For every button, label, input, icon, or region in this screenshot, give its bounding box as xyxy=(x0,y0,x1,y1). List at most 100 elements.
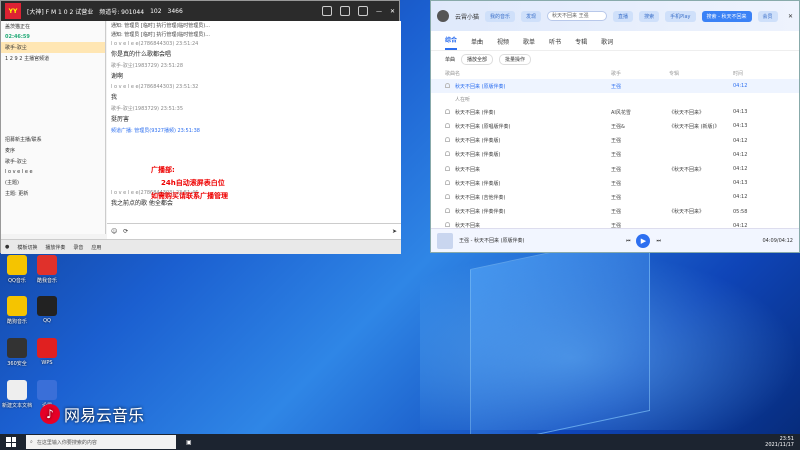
send-icon[interactable]: ➤ xyxy=(392,228,397,235)
settings-icon[interactable] xyxy=(357,6,368,16)
heart-icon[interactable] xyxy=(445,108,450,114)
history-icon[interactable]: ⟳ xyxy=(123,228,128,235)
windows-light-logo xyxy=(470,230,650,450)
count-2: 3466 xyxy=(167,7,183,15)
album-cover[interactable] xyxy=(437,232,453,249)
kugou-music-window: 云霄小猫 我的音乐 发现 秋天不回来 王强 直播 搜索 手机Play 搜索 - … xyxy=(430,0,800,253)
live-timer: 02:46:59 xyxy=(5,34,30,40)
filter-label: 单曲 xyxy=(445,56,456,63)
heart-icon[interactable] xyxy=(445,82,450,88)
heart-icon[interactable] xyxy=(445,179,450,185)
tab-playlist[interactable]: 歌单 xyxy=(523,37,535,50)
sidebar-item[interactable]: 歌手-驭尘 xyxy=(1,42,105,53)
sidebar-item[interactable]: 歌手-驭尘 xyxy=(1,156,105,167)
tab-all[interactable]: 综合 xyxy=(445,35,458,50)
tab-songs[interactable]: 单曲 xyxy=(471,37,483,50)
music-header: 云霄小猫 我的音乐 发现 秋天不回来 王强 直播 搜索 手机Play 搜索 - … xyxy=(431,1,799,31)
close-icon[interactable]: ✕ xyxy=(788,13,793,20)
player-bar: 王强 - 秋天不回来 (原版伴奏) ⏮ ▶ ⏭ 04:09/04:12 xyxy=(431,228,799,252)
song-row[interactable]: 秋天不回来 (原唱版伴奏) 王强& 《秋天不回来 (新版)》 04:13 xyxy=(431,119,799,133)
nav-tab[interactable]: 手机Play xyxy=(665,10,696,22)
song-row[interactable]: 秋天不回来 王强 《秋天不回来》 04:12 xyxy=(431,162,799,176)
filter-bar: 单曲 播放全部 批量操作 xyxy=(431,51,799,67)
song-list: 秋天不回来 (原版伴奏) 王强 04:12 人在听秋天不回来 (伴奏) AI风花雪 《秋天… xyxy=(431,79,799,247)
play-time: 04:09/04:12 xyxy=(762,237,793,244)
nav-tab[interactable]: 会员 xyxy=(757,10,778,22)
username: 云霄小猫 xyxy=(455,13,480,21)
toolbar-item[interactable]: 模板切换 xyxy=(17,244,37,251)
task-view-icon[interactable]: ▣ xyxy=(186,439,192,446)
heart-icon[interactable] xyxy=(445,193,450,199)
chat-message: l o v e l e e(2786844303) 23:51:24 你是真的什… xyxy=(111,41,199,58)
desktop-app-icon[interactable]: QQ xyxy=(27,296,67,324)
nav-tab[interactable]: 直播 xyxy=(613,10,634,22)
tab-audiobook[interactable]: 听书 xyxy=(549,37,561,50)
song-row[interactable]: 秋天不回来 (伴奏版) 王强 04:13 xyxy=(431,176,799,190)
song-row[interactable]: 秋天不回来 (伴奏版) 王强 04:12 xyxy=(431,134,799,148)
desktop-app-icon[interactable]: 酷我音乐 xyxy=(27,255,67,284)
gift-icon[interactable] xyxy=(339,6,350,16)
app-icon xyxy=(37,338,57,358)
play-button[interactable]: ▶ xyxy=(636,233,651,248)
prev-icon[interactable]: ⏮ xyxy=(626,238,631,244)
desktop-app-icon[interactable]: WPS xyxy=(27,338,67,366)
nav-tab-active[interactable]: 搜索 - 秋天不回来 xyxy=(701,10,752,22)
system-line: 通知: 管理员 [临时] 执行管理(临时管理员)... xyxy=(111,32,211,38)
emoji-icon[interactable]: ☺ xyxy=(111,228,117,235)
yy-logo: YY xyxy=(5,3,21,19)
start-icon[interactable] xyxy=(6,437,16,447)
broadcast-ad: 广播部: 24h自动滚屏表白位 如需购买请联系广播管理 xyxy=(151,162,301,204)
channel-number: 频道号: 901044 xyxy=(99,8,145,16)
chat-message: 歌手-驭尘(1983729) 23:51:35 挺厉害 xyxy=(111,106,184,123)
nav-tab[interactable]: 我的音乐 xyxy=(485,10,516,22)
nav-tab[interactable]: 搜索 xyxy=(639,10,660,22)
next-icon[interactable]: ⏭ xyxy=(656,238,661,244)
sidebar-item[interactable]: l o v e l e e xyxy=(1,167,105,177)
sidebar-item[interactable]: (主题) xyxy=(1,177,105,188)
sidebar-item[interactable]: 招募新主播/联系 xyxy=(1,134,105,145)
song-row[interactable]: 秋天不回来 (伴奏伴奏) 王强 《秋天不回来》 05:58 xyxy=(431,205,799,219)
heart-icon[interactable] xyxy=(445,151,450,157)
listeners-row: 人在听 xyxy=(455,96,471,103)
user-avatar[interactable] xyxy=(437,10,449,22)
heart-icon[interactable] xyxy=(445,137,450,143)
toolbar-item[interactable]: 播放伴奏 xyxy=(45,244,65,251)
mic-icon[interactable]: ● xyxy=(5,244,9,250)
heart-icon[interactable] xyxy=(445,165,450,171)
tab-album[interactable]: 专辑 xyxy=(575,37,587,50)
song-row[interactable]: 秋天不回来 (伴奏) AI风花雪 《秋天不回来》 04:13 xyxy=(431,105,799,119)
sidebar-item[interactable]: 主题: 更新 xyxy=(1,188,105,199)
song-row[interactable]: 秋天不回来 (伴奏版) 王强 04:12 xyxy=(431,148,799,162)
ad-line-1: 24h自动滚屏表白位 xyxy=(161,179,225,187)
app-icon xyxy=(37,380,57,400)
sidebar-item[interactable]: 1 2 9 2 主播官频道 xyxy=(1,53,105,64)
heart-icon[interactable] xyxy=(445,122,450,128)
search-input[interactable]: 秋天不回来 王强 xyxy=(547,11,608,21)
minimize-icon[interactable]: — xyxy=(376,8,382,15)
taskbar-search[interactable]: ⌕ 在这里输入你要搜索的内容 xyxy=(26,435,176,449)
tab-lyrics[interactable]: 歌词 xyxy=(601,37,613,50)
sidebar-item[interactable]: 麦序 xyxy=(1,145,105,156)
song-row[interactable]: 秋天不回来 (原版伴奏) 王强 04:12 xyxy=(431,79,799,94)
batch-button[interactable]: 批量操作 xyxy=(499,53,532,65)
toolbar-item[interactable]: 应用 xyxy=(91,244,101,251)
taskbar: ⌕ 在这里输入你要搜索的内容 ▣ 23:51 2021/11/17 xyxy=(0,434,800,450)
netease-watermark: ♪ 网易云音乐 xyxy=(40,402,144,426)
chat-message: 歌手-驭尘(1983729) 23:51:28 谢啊 xyxy=(111,63,184,80)
app-icon xyxy=(7,255,27,275)
sidebar-header: 盖茨猫正在 xyxy=(5,24,31,30)
toolbar-item[interactable]: 录音 xyxy=(73,244,83,251)
heart-icon[interactable] xyxy=(445,222,450,228)
home-icon[interactable] xyxy=(321,6,332,16)
song-row[interactable]: 秋天不回来 (吉他伴奏) 王强 04:12 xyxy=(431,190,799,204)
system-clock[interactable]: 23:51 2021/11/17 xyxy=(765,436,794,448)
chat-bottom-toolbar: ● 模板切换 播放伴奏 录音 应用 xyxy=(1,239,401,254)
song-table-header: 歌曲名 歌手 专辑 时间 xyxy=(445,70,744,77)
chat-input-bar[interactable]: ☺ ⟳ ➤ xyxy=(107,223,401,239)
close-icon[interactable]: ✕ xyxy=(390,8,395,15)
heart-icon[interactable] xyxy=(445,208,450,214)
now-playing: 王强 - 秋天不回来 (原版伴奏) xyxy=(459,238,525,244)
nav-tab[interactable]: 发现 xyxy=(521,10,542,22)
tab-video[interactable]: 视频 xyxy=(497,37,509,50)
play-all-button[interactable]: 播放全部 xyxy=(461,53,494,65)
